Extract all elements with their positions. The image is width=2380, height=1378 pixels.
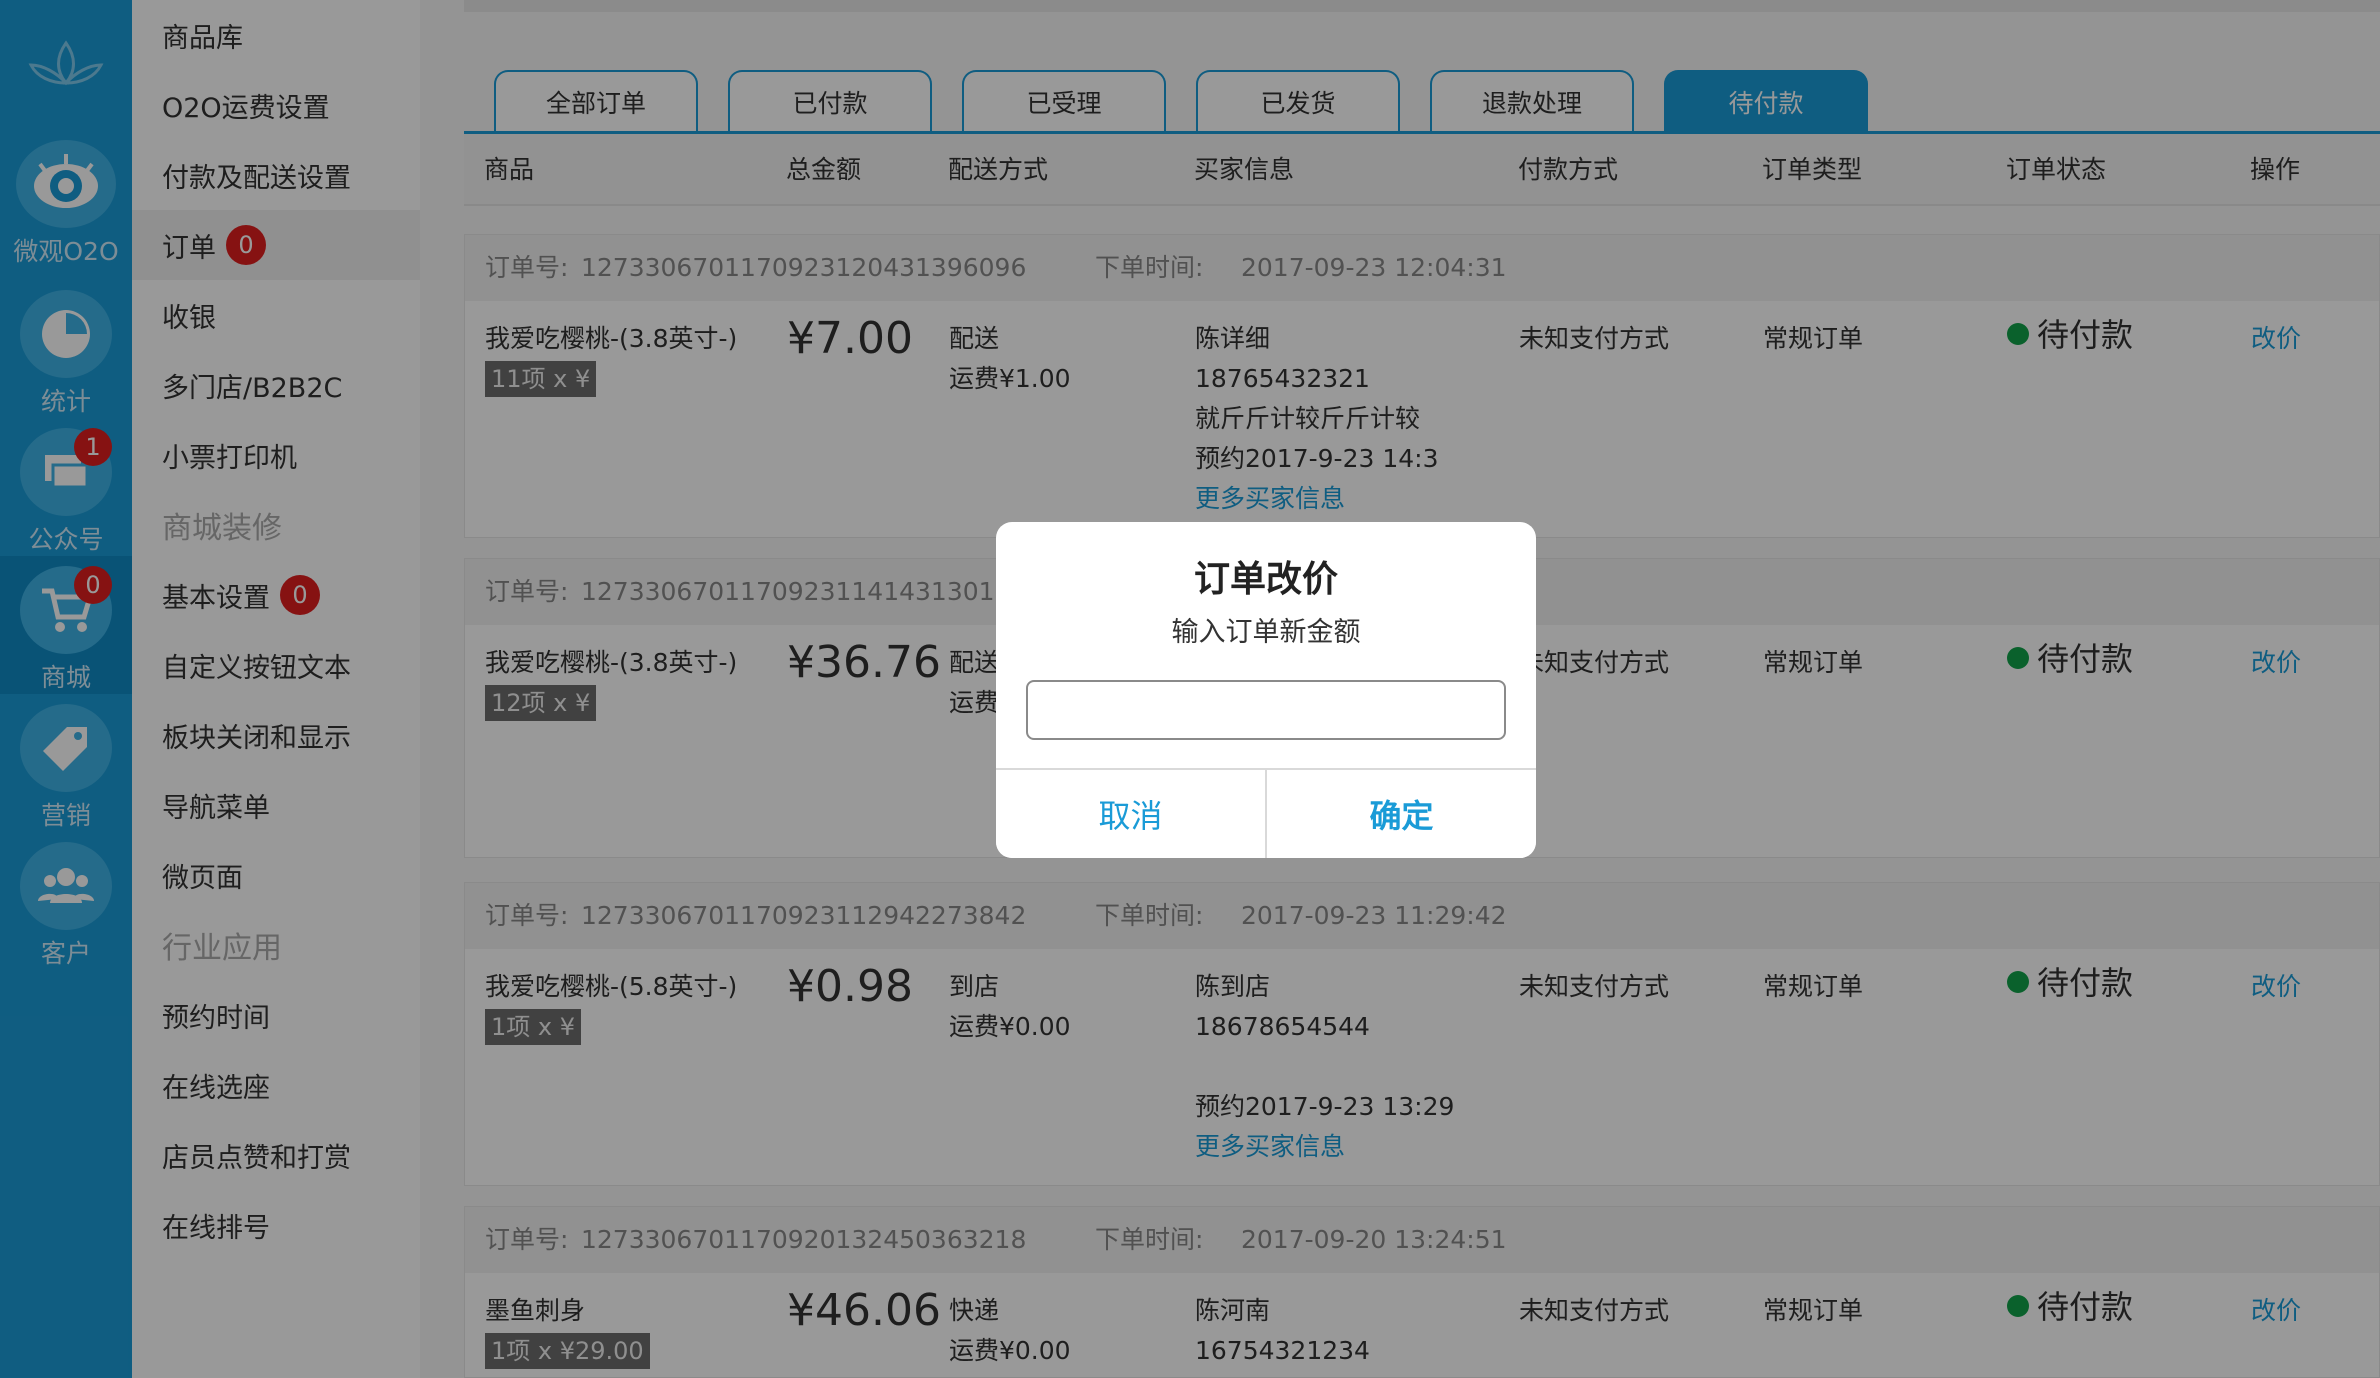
edit-price-dialog: 订单改价 输入订单新金额 取消 确定 bbox=[996, 522, 1536, 858]
dialog-subtitle: 输入订单新金额 bbox=[1171, 617, 1361, 648]
cancel-button[interactable]: 取消 bbox=[996, 770, 1265, 858]
confirm-button[interactable]: 确定 bbox=[1265, 770, 1536, 858]
new-amount-input[interactable] bbox=[1026, 680, 1506, 740]
dialog-title: 订单改价 bbox=[1193, 559, 1338, 600]
dialog-buttons: 取消 确定 bbox=[996, 768, 1536, 858]
